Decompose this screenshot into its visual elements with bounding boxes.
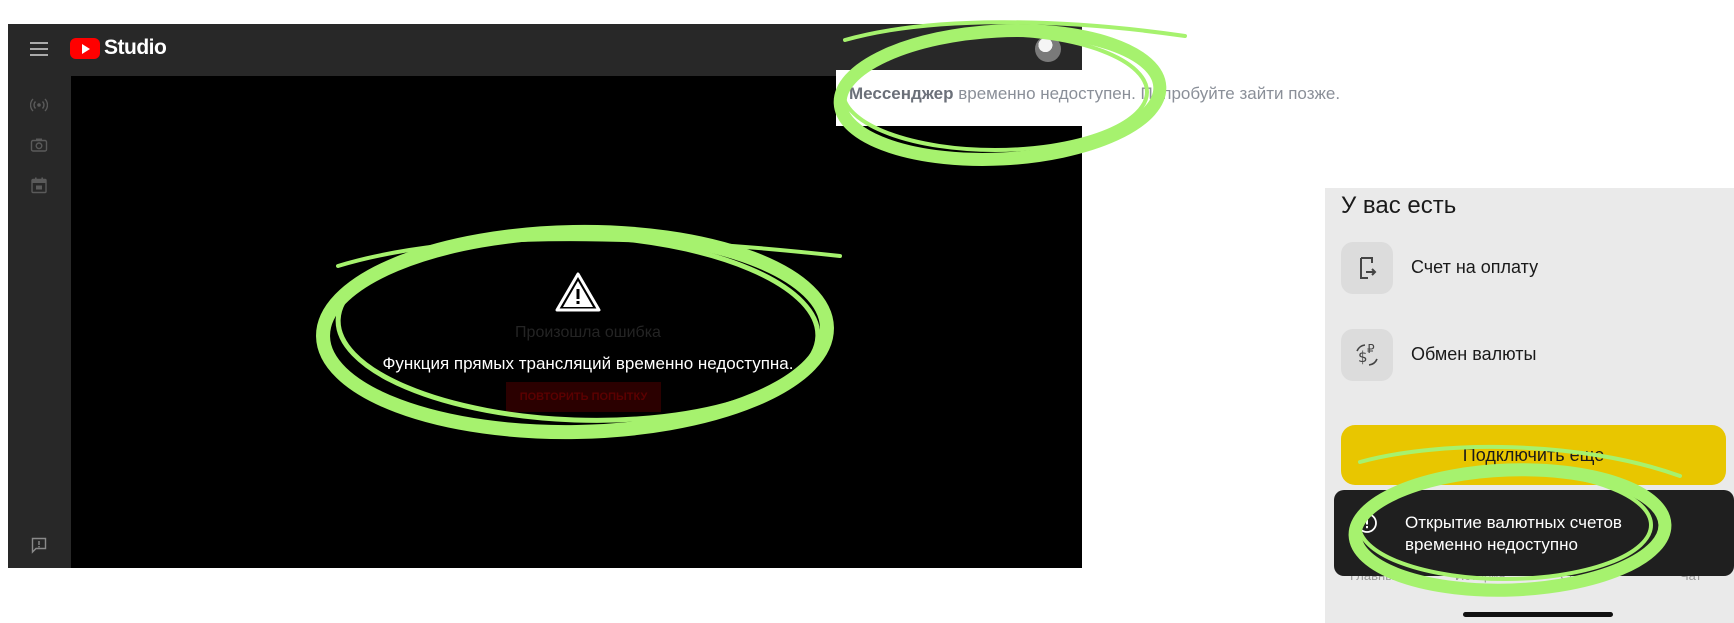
toast-line-1: Открытие валютных счетов [1405, 513, 1622, 532]
retry-button[interactable]: ПОВТОРИТЬ ПОПЫТКУ [506, 382, 661, 412]
error-toast: Открытие валютных счетов временно недост… [1334, 490, 1734, 576]
connect-more-button[interactable]: Подключить еще [1341, 425, 1726, 485]
bank-app-screen: У вас есть Счет на оплату $ ₽ Обмен валю… [1325, 188, 1734, 623]
list-item-exchange[interactable]: $ ₽ Обмен валюты [1341, 329, 1721, 385]
studio-sidebar [8, 76, 71, 568]
youtube-logo-icon[interactable] [70, 38, 100, 59]
messenger-notice-text: временно недоступен. Попробуйте зайти по… [953, 84, 1341, 103]
messenger-name: Мессенджер [849, 84, 954, 103]
home-indicator [1463, 612, 1613, 617]
live-dashboard-area [71, 76, 1082, 568]
error-title-ghost: Произошла ошибка [515, 324, 661, 341]
svg-text:₽: ₽ [1367, 342, 1375, 356]
list-item-invoice[interactable]: Счет на оплату [1341, 242, 1721, 298]
hamburger-menu-icon[interactable] [30, 42, 48, 56]
invoice-icon [1341, 242, 1393, 294]
studio-header: Studio [8, 24, 1082, 76]
invoice-label: Счет на оплату [1411, 257, 1539, 277]
camera-icon[interactable] [30, 136, 48, 154]
warning-triangle-icon [555, 272, 601, 312]
exchange-label: Обмен валюты [1411, 344, 1537, 364]
messenger-notice: Мессенджер временно недоступен. Попробуй… [849, 84, 1340, 104]
studio-wordmark: Studio [104, 36, 167, 59]
toast-message: Открытие валютных счетов временно недост… [1405, 512, 1705, 556]
calendar-icon[interactable] [30, 176, 48, 194]
live-unavailable-message: Функция прямых трансляций временно недос… [382, 354, 794, 373]
toast-line-2: временно недоступно [1405, 535, 1578, 554]
currency-exchange-icon: $ ₽ [1341, 329, 1393, 381]
section-title: У вас есть [1341, 192, 1457, 219]
feedback-icon[interactable] [30, 536, 48, 554]
live-broadcast-icon[interactable] [30, 96, 48, 114]
avatar[interactable] [1035, 36, 1061, 62]
info-icon [1357, 513, 1377, 533]
